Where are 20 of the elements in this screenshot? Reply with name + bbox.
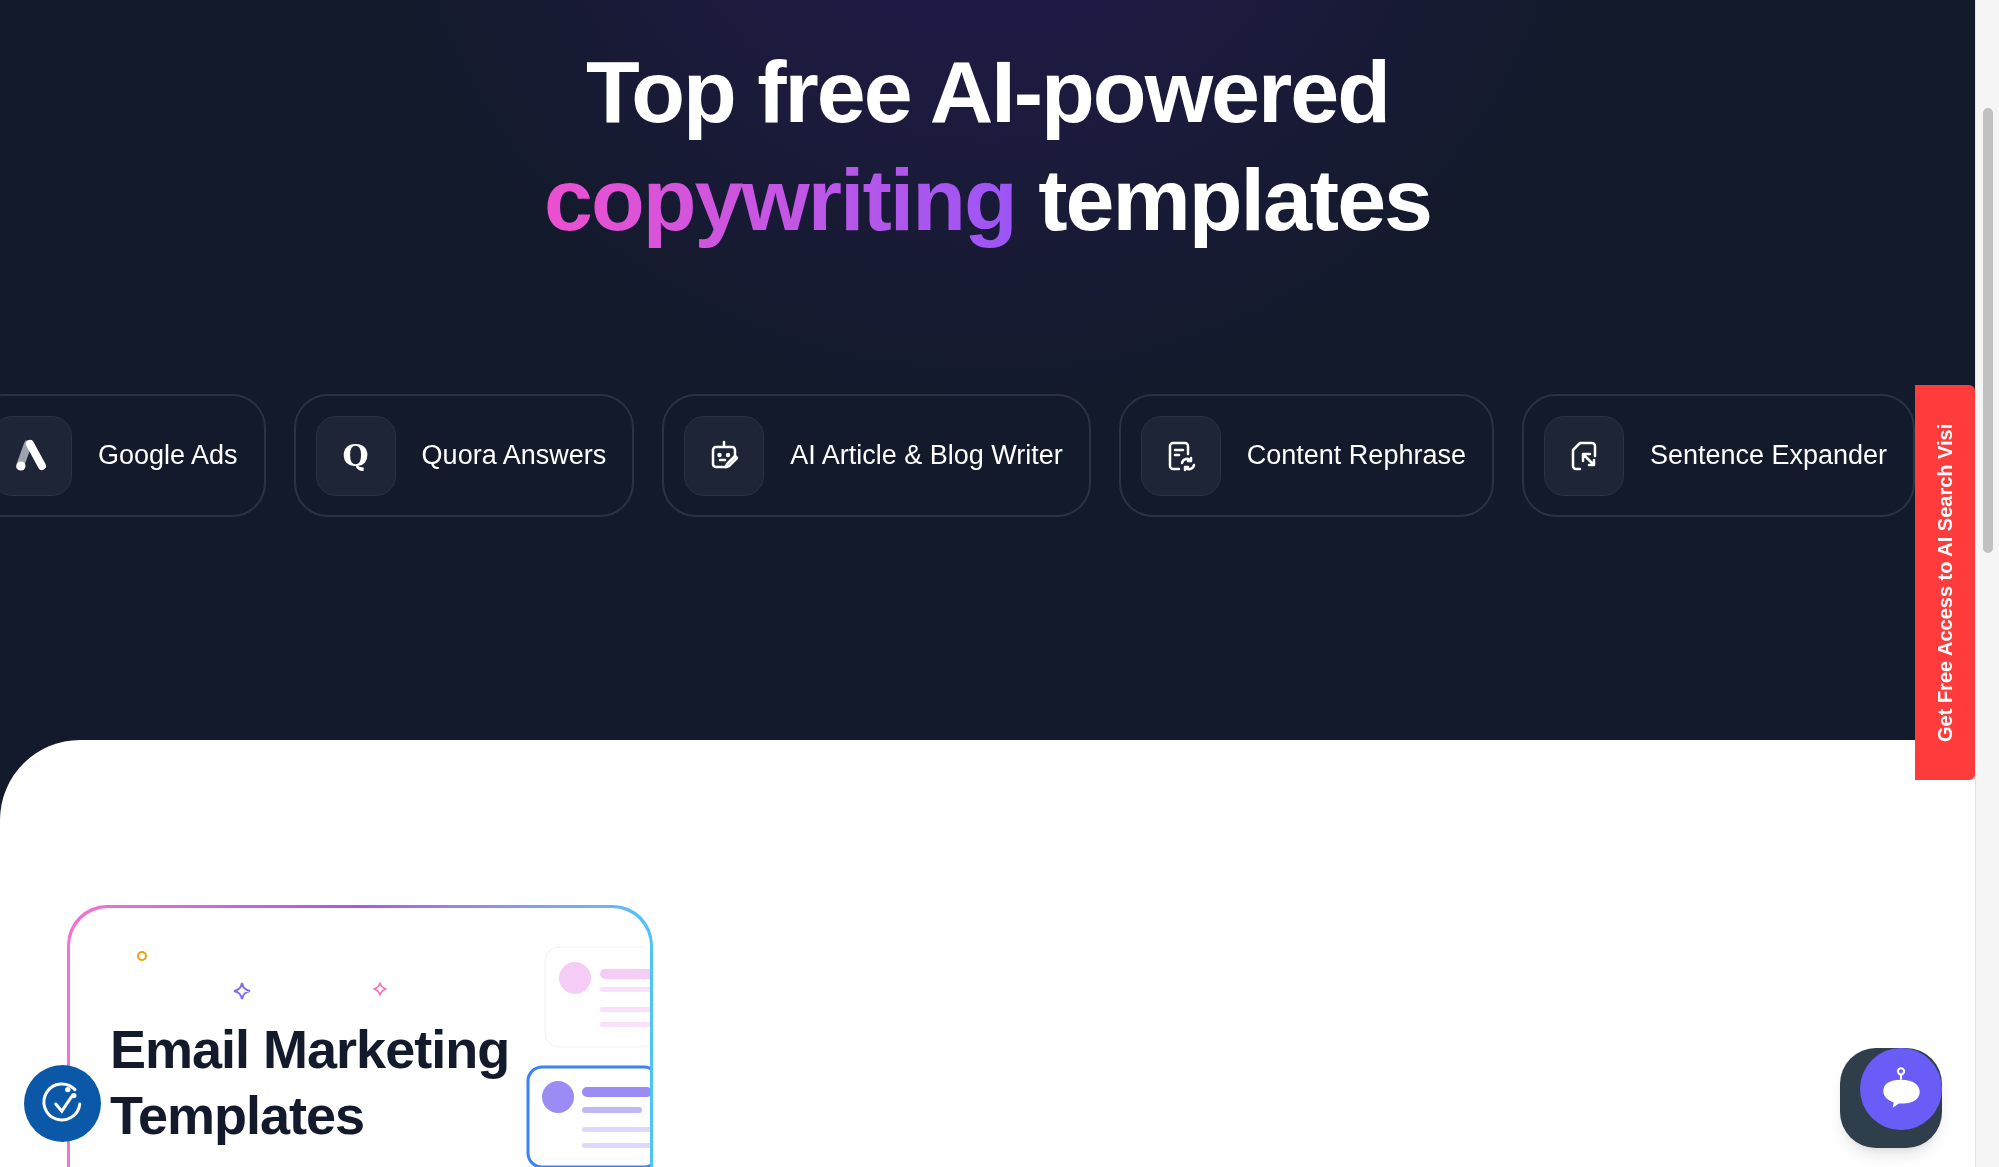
scrollbar-thumb[interactable] [1982, 108, 1993, 553]
sparkle-icon [232, 981, 252, 1001]
template-label: Quora Answers [421, 439, 607, 473]
template-label: AI Article & Blog Writer [790, 439, 1063, 473]
template-pill[interactable]: Content Rephrase [1118, 394, 1494, 517]
template-label: Google Ads [98, 439, 238, 473]
card-title: Email Marketing Templates [110, 1018, 511, 1147]
template-pill[interactable]: AI Article & Blog Writer [662, 394, 1091, 517]
ring-icon [136, 950, 148, 962]
template-label: Content Rephrase [1246, 439, 1466, 473]
template-card[interactable]: Email Marketing Templates [67, 905, 653, 1167]
chatbot-button[interactable] [1840, 1048, 1942, 1148]
access-side-tab[interactable]: Get Free Access to AI Search Visi [1915, 385, 1975, 780]
sparkle-icon [372, 981, 388, 997]
template-pill[interactable]: Q Quora Answers [293, 394, 635, 517]
quora-letter: Q [342, 437, 369, 474]
template-label: Sentence Expander [1649, 439, 1888, 473]
template-pill[interactable]: Sentence Expander [1521, 394, 1916, 517]
template-pill[interactable]: Google Ads [0, 394, 266, 517]
page-headline: Top free AI-powered copywriting templates [543, 41, 1432, 251]
